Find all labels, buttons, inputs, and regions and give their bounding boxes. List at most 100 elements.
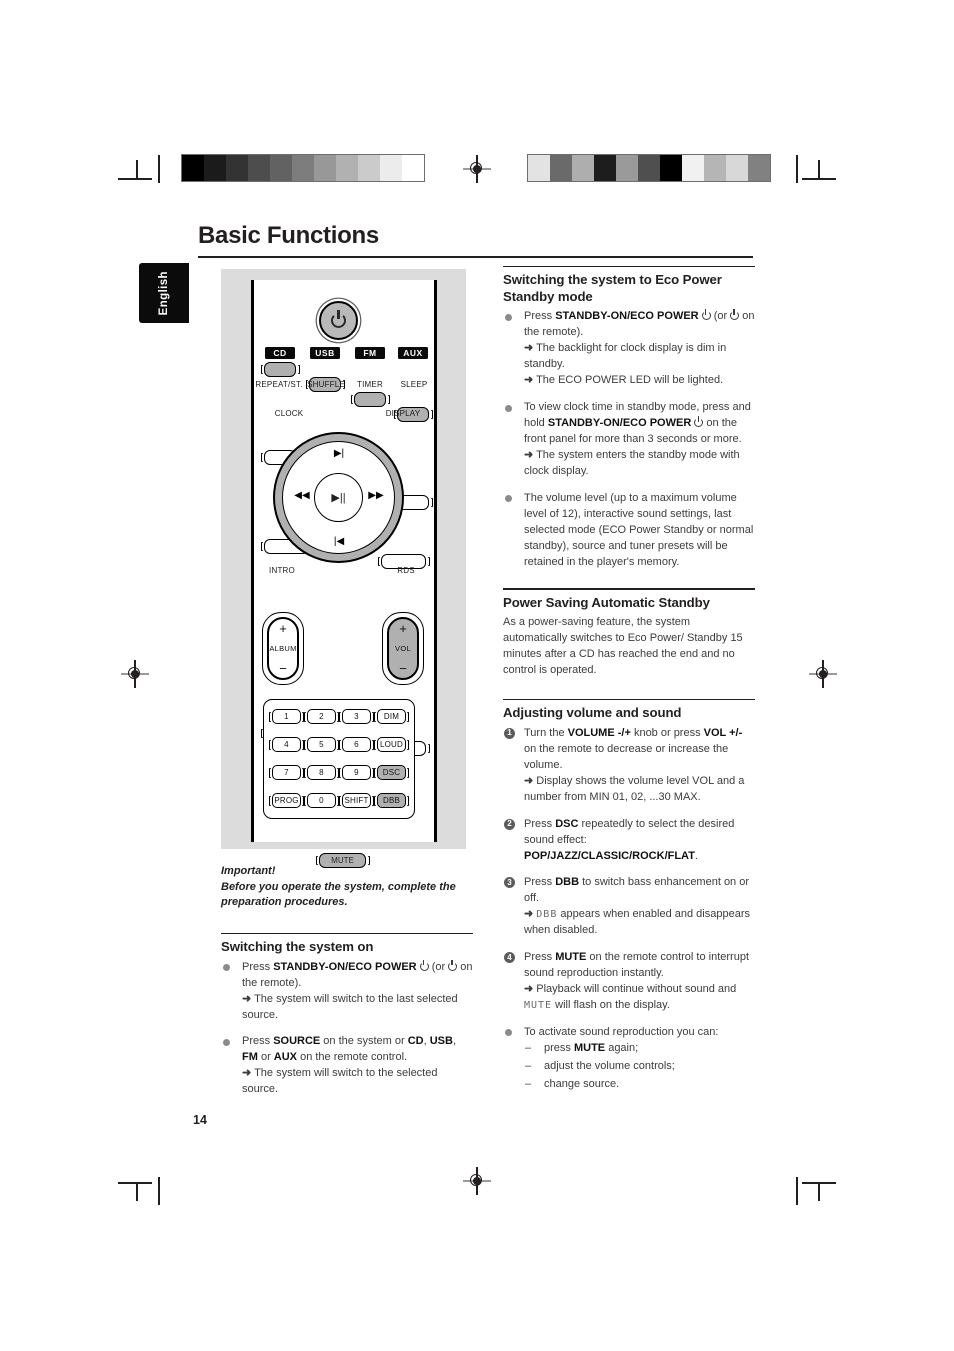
crop-mark-bottom-right-v — [818, 1182, 820, 1201]
list-item-label: adjust the volume controls; — [544, 1059, 675, 1072]
power-icon — [694, 416, 704, 428]
grayscale-swatch — [226, 155, 248, 181]
remote-label-display: DISPLAY — [385, 409, 421, 418]
grayscale-swatch — [616, 155, 638, 181]
step-number-icon: 4 — [504, 952, 515, 964]
lcd-mute-indicator: MUTE — [524, 1000, 553, 1012]
remote-label-timer: TIMER — [357, 380, 383, 389]
right-section1-divider — [503, 266, 755, 268]
remote-keypad: 1 2 3 DIM 4 5 6 LOUD 7 8 9 DSC PROG 0 SH… — [263, 699, 415, 819]
keypad-key-dim[interactable]: DIM — [374, 709, 409, 724]
list-item: – change source. — [524, 1077, 755, 1093]
keypad-key-dbb[interactable]: DBB — [374, 793, 409, 808]
page-number: 14 — [193, 1113, 207, 1127]
remote-label-shuffle: SHUFFLE — [307, 380, 345, 389]
power-icon — [701, 309, 711, 321]
crop-mark-top-left-v2 — [158, 155, 160, 183]
keypad-key-1[interactable]: 1 — [269, 709, 304, 724]
keypad-key-6[interactable]: 6 — [339, 737, 374, 752]
list-item-label: change source. — [544, 1077, 620, 1090]
keypad-key-3[interactable]: 3 — [339, 709, 374, 724]
bullet-icon — [223, 1038, 230, 1046]
left-text-column: Important! Before you operate the system… — [221, 864, 473, 1109]
arrow-icon: ➜ — [242, 992, 252, 1005]
vol-plus-label: + — [399, 621, 407, 636]
keypad-key-5[interactable]: 5 — [304, 737, 339, 752]
page-title: Basic Functions — [198, 222, 379, 249]
grayscale-swatch — [314, 155, 336, 181]
keypad-key-4[interactable]: 4 — [269, 737, 304, 752]
crop-mark-top-right-v2 — [796, 155, 798, 183]
registration-target-top — [463, 155, 491, 183]
grayscale-swatch — [550, 155, 572, 181]
lcd-dbb-indicator: DBB — [536, 909, 558, 921]
remote-vol-rocker[interactable]: + VOL − — [387, 617, 419, 680]
keypad-key-8[interactable]: 8 — [304, 765, 339, 780]
arrow-icon: ➜ — [524, 448, 534, 461]
remote-label-intro: INTRO — [269, 566, 295, 575]
remote-label-repeat: REPEAT/ST. — [255, 380, 303, 389]
vol-name-label: VOL — [395, 644, 411, 653]
grayscale-swatch — [528, 155, 550, 181]
remote-button-cd[interactable] — [260, 362, 300, 377]
right-section3-title: Adjusting volume and sound — [503, 705, 682, 721]
right-section3-divider — [503, 699, 755, 701]
keypad-key-9[interactable]: 9 — [339, 765, 374, 780]
eco-bullet-1: Press STANDBY-ON/ECO POWER (or on the re… — [503, 309, 755, 389]
grayscale-swatch — [726, 155, 748, 181]
eco-bullet-2: To view clock time in standby mode, pres… — [503, 400, 755, 480]
arrow-icon: ➜ — [524, 983, 534, 996]
volume-step-3: 3 Press DBB to switch bass enhancement o… — [503, 875, 755, 939]
power-icon — [448, 959, 458, 971]
remote-nav-rewind-icon[interactable]: ◀◀ — [289, 491, 315, 501]
crop-mark-bottom-left-v2 — [158, 1177, 160, 1205]
arrow-icon: ➜ — [242, 1067, 252, 1080]
remote-tag-fm: FM — [355, 347, 385, 359]
bullet-icon — [505, 313, 512, 321]
remote-tag-aux: AUX — [398, 347, 428, 359]
album-plus-label: + — [279, 621, 287, 636]
grayscale-calibration-bar-left — [181, 154, 425, 182]
grayscale-swatch — [402, 155, 424, 181]
dash-icon: – — [525, 1077, 532, 1090]
keypad-key-7[interactable]: 7 — [269, 765, 304, 780]
left-section-divider — [221, 932, 473, 935]
remote-tag-cd: CD — [265, 347, 295, 359]
crop-mark-bottom-left-v — [136, 1182, 138, 1201]
remote-album-rocker[interactable]: + ALBUM − — [267, 617, 299, 680]
grayscale-swatch — [336, 155, 358, 181]
power-icon — [419, 959, 429, 971]
activate-sound-list: – press MUTE again; – adjust the volume co… — [524, 1041, 755, 1093]
activate-sound-bullet: To activate sound reproduction you can: … — [503, 1025, 755, 1093]
power-icon — [730, 309, 740, 321]
remote-power-button[interactable] — [319, 301, 358, 340]
step-number-icon: 1 — [504, 727, 515, 739]
keypad-key-prog[interactable]: PROG — [269, 793, 304, 808]
crop-mark-top-left-h — [118, 178, 152, 180]
remote-play-pause-button[interactable]: ▶|| — [314, 473, 363, 522]
remote-nav-prev-icon[interactable]: |◀ — [324, 537, 354, 547]
grayscale-swatch — [594, 155, 616, 181]
language-tab: English — [139, 263, 189, 323]
remote-label-rds: RDS — [397, 566, 415, 575]
keypad-key-shift[interactable]: SHIFT — [339, 793, 374, 808]
crop-mark-bottom-right-v2 — [796, 1177, 798, 1205]
grayscale-swatch — [380, 155, 402, 181]
remote-button-fm[interactable] — [350, 392, 390, 407]
bullet-icon — [223, 964, 230, 972]
keypad-key-loud[interactable]: LOUD — [374, 737, 409, 752]
keypad-key-0[interactable]: 0 — [304, 793, 339, 808]
keypad-key-dsc[interactable]: DSC — [374, 765, 409, 780]
title-divider — [198, 256, 753, 258]
right-section2-divider — [503, 588, 755, 590]
album-name-label: ALBUM — [269, 644, 297, 653]
remote-label-sleep: SLEEP — [400, 380, 428, 389]
bullet-icon — [505, 404, 512, 412]
crop-mark-top-right-v — [818, 160, 820, 179]
remote-nav-forward-icon[interactable]: ▶▶ — [363, 491, 389, 501]
grayscale-swatch — [270, 155, 292, 181]
remote-nav-next-icon[interactable]: ▶| — [324, 449, 354, 459]
keypad-key-2[interactable]: 2 — [304, 709, 339, 724]
right-section2-title: Power Saving Automatic Standby — [503, 594, 710, 610]
remote-tag-usb: USB — [310, 347, 340, 359]
